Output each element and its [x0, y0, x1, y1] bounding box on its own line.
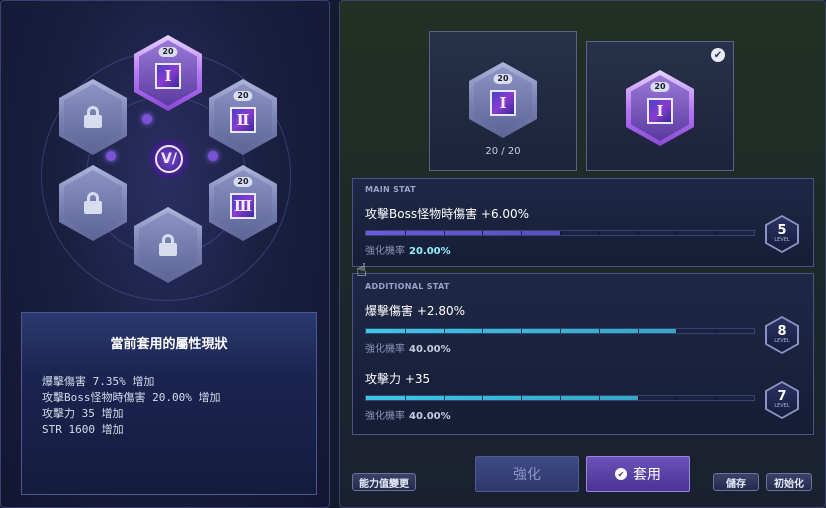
check-icon: ✔ [711, 48, 725, 62]
emblem-icon: V/ [149, 139, 189, 179]
main-stat-rate: 強化機率 20.00% [365, 246, 451, 257]
rune-node-dot [142, 114, 152, 124]
additional-stat-progress [365, 328, 755, 334]
progress-segment-divider [443, 396, 445, 400]
level-label: LEVEL [774, 338, 790, 344]
rune-level-badge: 20 [233, 177, 253, 187]
rune-icon: Ⅰ [155, 63, 181, 89]
reset-button[interactable]: 初始化 [766, 473, 812, 491]
current-stat-line: 爆擊傷害 7.35% 增加 [42, 375, 155, 388]
current-stat-line: 攻擊力 35 增加 [42, 407, 124, 420]
current-stat-line: 攻擊Boss怪物時傷害 20.00% 增加 [42, 391, 221, 404]
rune-node-dot [208, 151, 218, 161]
additional-stat-rate: 強化機率 40.00% [365, 411, 451, 422]
rune-icon: Ⅰ [647, 98, 673, 124]
progress-segment-divider [560, 396, 561, 400]
progress-segment-divider [637, 329, 639, 333]
rune-node-dot [106, 151, 116, 161]
progress-segment-divider [404, 329, 406, 333]
enhance-button[interactable]: 強化 [475, 456, 579, 492]
progress-segment-divider [676, 231, 678, 235]
rune-icon: Ⅱ [230, 107, 256, 133]
additional-stat-name: 攻擊力 +35 [365, 372, 431, 386]
lock-icon [159, 234, 177, 256]
progress-segment-divider [676, 396, 678, 400]
main-stat-box: MAIN STAT 攻擊Boss怪物時傷害 +6.00% 強化機率 20.00% … [352, 178, 814, 267]
save-button[interactable]: 儲存 [713, 473, 759, 491]
rune-level-badge: 20 [493, 74, 513, 84]
additional-stat-level-badge: 7 LEVEL [765, 381, 799, 419]
hand-cursor-icon: ☝ [356, 260, 367, 281]
progress-segment-divider [482, 231, 484, 235]
progress-segment-divider [443, 231, 445, 235]
level-label: LEVEL [774, 403, 790, 409]
stat-change-button[interactable]: 能力值變更 [352, 473, 416, 491]
current-stats-list: 爆擊傷害 7.35% 增加 攻擊Boss怪物時傷害 20.00% 增加 攻擊力 … [42, 374, 316, 438]
progress-segment-divider [598, 396, 600, 400]
rune-level-badge: 20 [158, 47, 178, 57]
lock-icon [84, 192, 102, 214]
rune-level-badge: 20 [650, 82, 670, 92]
additional-stat-progress-fill [366, 396, 638, 400]
rune-enhance-panel: 20 Ⅰ 20 / 20 ✔ 20 Ⅰ MAIN STAT 攻擊Boss怪物時傷… [339, 0, 826, 508]
check-icon: ✔ [615, 468, 627, 480]
rune-icon: Ⅰ [490, 90, 516, 116]
rune-preview-slot[interactable]: 20 Ⅰ 20 / 20 [429, 31, 577, 171]
apply-button[interactable]: ✔ 套用 [586, 456, 690, 492]
rune-result-slot[interactable]: ✔ 20 Ⅰ [586, 41, 734, 171]
progress-segment-divider [521, 231, 523, 235]
progress-segment-divider [637, 231, 639, 235]
progress-segment-divider [637, 396, 639, 400]
progress-segment-divider [715, 231, 717, 235]
main-stat-rate-value: 20.00% [409, 246, 451, 257]
rune-board-panel: 20 Ⅰ 20 Ⅱ 20 Ⅲ V/ 當前套用的屬性現狀 爆擊傷害 7.35% 增… [0, 0, 330, 508]
rune-count: 20 / 20 [485, 146, 521, 157]
current-stat-line: STR 1600 增加 [42, 423, 124, 436]
additional-stat-level-badge: 8 LEVEL [765, 316, 799, 354]
level-label: LEVEL [774, 237, 790, 243]
lock-icon [84, 106, 102, 128]
additional-stat-level: 7 [777, 389, 787, 404]
main-stat-progress [365, 230, 755, 236]
current-stats-box: 當前套用的屬性現狀 爆擊傷害 7.35% 增加 攻擊Boss怪物時傷害 20.0… [21, 312, 317, 495]
progress-segment-divider [521, 396, 523, 400]
progress-segment-divider [404, 396, 406, 400]
additional-stat-box: ADDITIONAL STAT 爆擊傷害 +2.80% 強化機率 40.00% 8… [352, 273, 814, 435]
additional-stat-progress [365, 395, 755, 401]
rune-level-badge: 20 [233, 91, 253, 101]
progress-segment-divider [715, 396, 717, 400]
progress-segment-divider [521, 329, 523, 333]
progress-segment-divider [598, 329, 600, 333]
main-stat-label: MAIN STAT [365, 185, 416, 194]
rune-preview-hex: 20 Ⅰ [469, 62, 537, 138]
main-stat-progress-fill [366, 231, 560, 235]
progress-segment-divider [560, 231, 561, 235]
progress-segment-divider [560, 329, 561, 333]
additional-stat-rate: 強化機率 40.00% [365, 344, 451, 355]
additional-stat-level: 8 [777, 324, 787, 339]
progress-segment-divider [404, 231, 406, 235]
additional-stat-name: 爆擊傷害 +2.80% [365, 304, 465, 318]
progress-segment-divider [598, 231, 600, 235]
additional-stat-label: ADDITIONAL STAT [365, 282, 450, 291]
additional-stat-rate-value: 40.00% [409, 411, 451, 422]
progress-segment-divider [715, 329, 717, 333]
progress-segment-divider [482, 329, 484, 333]
rune-icon: Ⅲ [230, 193, 256, 219]
progress-segment-divider [443, 329, 445, 333]
main-stat-level-badge: 5 LEVEL [765, 215, 799, 253]
rune-result-hex: 20 Ⅰ [626, 70, 694, 146]
main-stat-name: 攻擊Boss怪物時傷害 +6.00% [365, 207, 530, 221]
progress-segment-divider [676, 329, 678, 333]
current-stats-title: 當前套用的屬性現狀 [110, 337, 228, 352]
main-stat-level: 5 [777, 223, 787, 238]
additional-stat-rate-value: 40.00% [409, 344, 451, 355]
progress-segment-divider [482, 396, 484, 400]
